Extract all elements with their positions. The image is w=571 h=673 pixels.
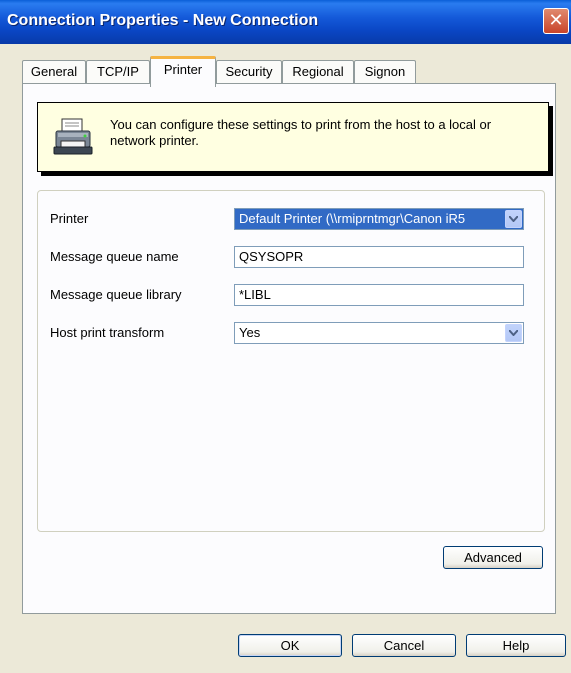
cancel-button[interactable]: Cancel xyxy=(352,634,456,657)
printer-label: Printer xyxy=(50,211,89,226)
mq-library-input[interactable]: *LIBL xyxy=(234,284,524,306)
mq-name-input[interactable]: QSYSOPR xyxy=(234,246,524,268)
advanced-button[interactable]: Advanced xyxy=(443,546,543,569)
ok-button[interactable]: OK xyxy=(238,634,342,657)
tab-signon[interactable]: Signon xyxy=(354,60,416,83)
transform-label: Host print transform xyxy=(50,325,165,340)
help-button[interactable]: Help xyxy=(466,634,566,657)
mq-name-label: Message queue name xyxy=(50,249,179,264)
printer-settings-group: Printer Default Printer (\\rmiprntmgr\Ca… xyxy=(37,190,545,532)
window-title: Connection Properties - New Connection xyxy=(7,12,319,29)
printer-icon xyxy=(52,117,98,157)
info-text: You can configure these settings to prin… xyxy=(110,117,492,148)
mq-library-label: Message queue library xyxy=(50,287,182,302)
transform-select-value: Yes xyxy=(239,325,261,340)
chevron-down-icon[interactable] xyxy=(505,324,522,342)
title-bar: Connection Properties - New Connection ✕ xyxy=(0,0,571,44)
tab-general[interactable]: General xyxy=(22,60,86,83)
tab-printer[interactable]: Printer xyxy=(150,56,216,87)
info-box: You can configure these settings to prin… xyxy=(37,102,549,172)
tab-security[interactable]: Security xyxy=(216,60,282,83)
tab-tcpip[interactable]: TCP/IP xyxy=(86,60,150,83)
transform-select[interactable]: Yes xyxy=(234,322,524,344)
tab-regional[interactable]: Regional xyxy=(282,60,354,83)
printer-select-value: Default Printer (\\rmiprntmgr\Canon iR5 xyxy=(239,211,466,226)
close-button[interactable]: ✕ xyxy=(543,8,569,34)
printer-select[interactable]: Default Printer (\\rmiprntmgr\Canon iR5 xyxy=(234,208,524,230)
close-icon: ✕ xyxy=(548,10,564,30)
chevron-down-icon[interactable] xyxy=(505,210,522,228)
printer-tab-panel: You can configure these settings to prin… xyxy=(22,83,556,614)
